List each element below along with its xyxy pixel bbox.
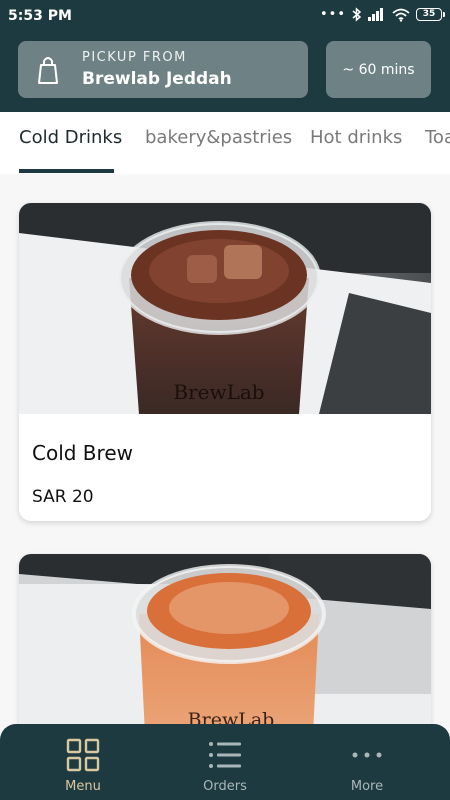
notification-dots-icon: ••• [319,7,346,22]
cold-brew-photo: BrewLab [19,203,431,414]
nav-menu[interactable]: Menu [8,724,158,800]
nav-orders-label: Orders [203,779,247,794]
product-list: BrewLab Cold Brew SAR 20 BrewLab [0,174,450,800]
signal-icon [368,8,383,21]
shopping-bag-icon [38,57,58,84]
cup-logo-text: BrewLab [173,380,264,404]
category-tabs: Cold Drinks bakery&pastries Hot drinks T… [0,112,450,174]
battery-icon: 35 [416,8,445,21]
more-dots-icon [352,752,382,758]
status-bar: 5:53 PM ••• 35 [0,0,450,32]
battery-level: 35 [422,9,436,19]
grid-icon [66,738,100,772]
store-name: Brewlab Jeddah [82,69,232,89]
status-time: 5:53 PM [8,8,72,24]
wifi-icon [392,8,410,22]
nav-orders[interactable]: Orders [150,724,300,800]
tab-hot-drinks[interactable]: Hot drinks [310,127,402,148]
bluetooth-icon [352,7,362,22]
list-icon [209,742,241,768]
product-card-cold-brew[interactable]: BrewLab Cold Brew SAR 20 [19,203,431,521]
bottom-navigation: Menu Orders More [0,724,450,800]
pickup-location-button[interactable]: PICKUP FROM Brewlab Jeddah [18,41,308,98]
tab-toasts[interactable]: Toasts [425,127,450,148]
app-header: 5:53 PM ••• 35 PICKUP FROM Brewlab Jedda… [0,0,450,112]
product-price: SAR 20 [32,487,94,507]
nav-menu-label: Menu [65,779,101,794]
nav-more[interactable]: More [292,724,442,800]
product-name: Cold Brew [32,441,133,465]
product-image: BrewLab [19,203,431,414]
tab-cold-drinks[interactable]: Cold Drinks [19,127,122,148]
active-tab-indicator [19,169,114,173]
nav-more-label: More [350,779,384,794]
eta-button[interactable]: ~ 60 mins [326,41,431,98]
pickup-label: PICKUP FROM [82,50,187,65]
tab-bakery-pastries[interactable]: bakery&pastries [145,127,292,148]
status-icons: ••• 35 [319,7,445,22]
